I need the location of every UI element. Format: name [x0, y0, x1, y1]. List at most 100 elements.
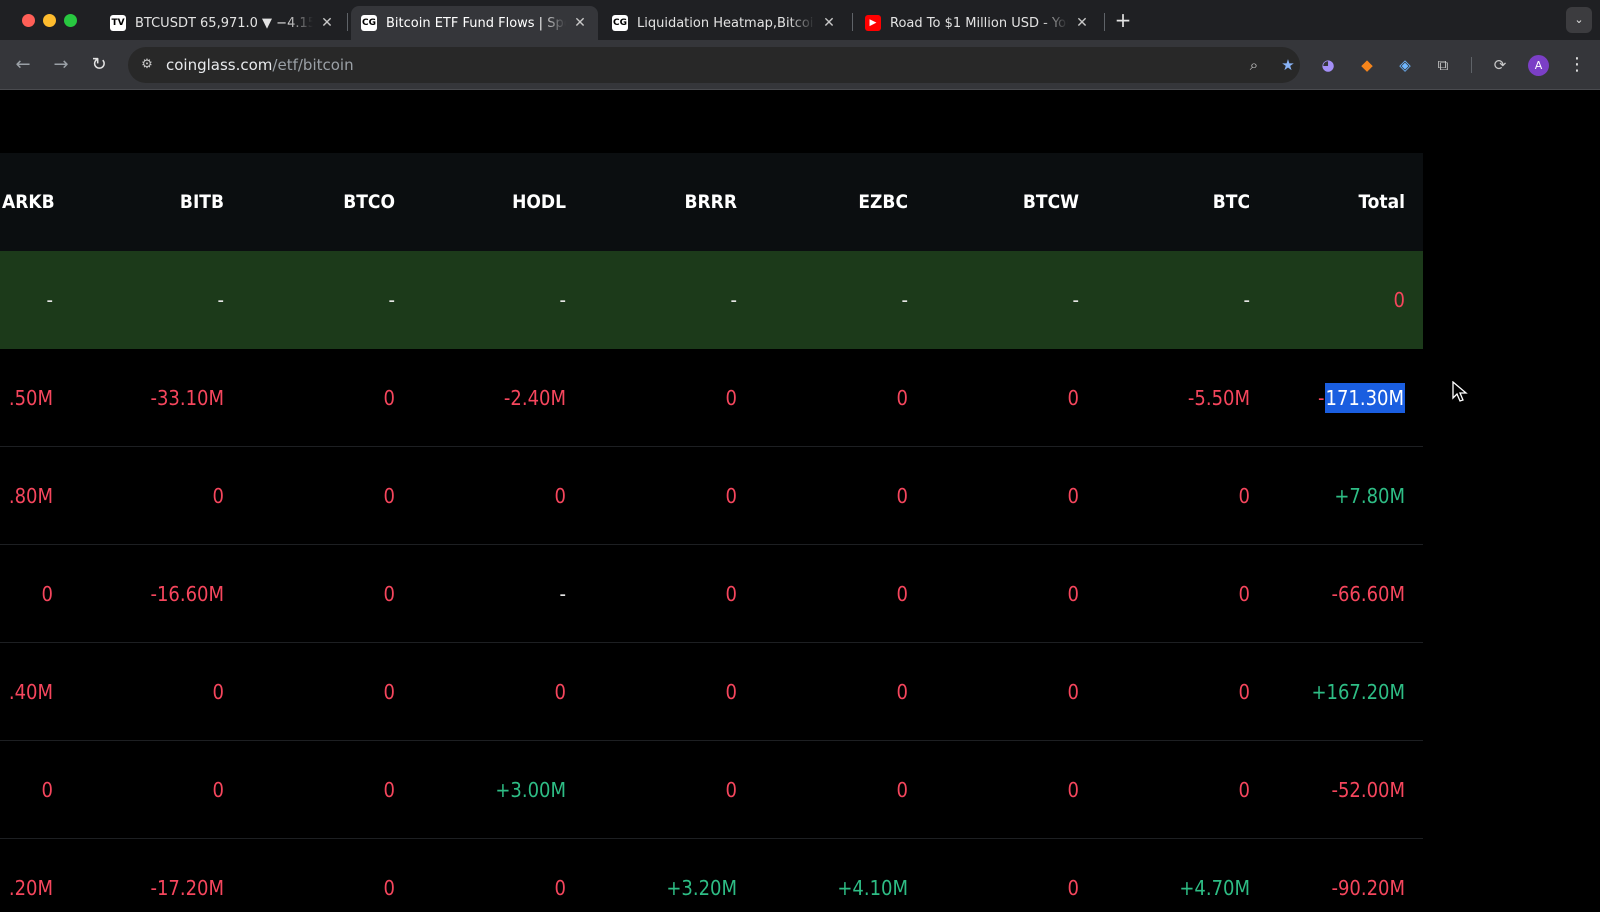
column-header-btc[interactable]: BTC — [1100, 153, 1250, 251]
toolbar-divider — [1471, 57, 1472, 73]
close-icon[interactable]: ✕ — [319, 15, 335, 31]
window-zoom-button[interactable] — [64, 14, 77, 27]
column-header-ezbc[interactable]: EZBC — [758, 153, 908, 251]
table-cell-bitb: 0 — [212, 778, 224, 802]
table-row: 0 0 0 +3.00M 0 0 0 0 -52.00M — [0, 741, 1423, 839]
table-cell-brrr: 0 — [725, 582, 737, 606]
url-text[interactable]: coinglass.com/etf/bitcoin — [166, 56, 354, 74]
table-cell-arkb: .80M — [8, 484, 53, 508]
ghost-extension-icon[interactable]: ◕ — [1318, 55, 1338, 75]
table-cell-ezbc: 0 — [896, 680, 908, 704]
table-cell-brrr: 0 — [725, 386, 737, 410]
selected-text[interactable]: 171.30M — [1324, 383, 1405, 413]
tradingview-icon: TV — [110, 15, 126, 31]
table-cell-ezbc: 0 — [896, 778, 908, 802]
tab-road-to-1-million[interactable]: ▶ Road To $1 Million USD - YouTube ✕ — [855, 6, 1100, 40]
table-cell-btc: 0 — [1238, 680, 1250, 704]
coinglass-icon: CG — [612, 15, 628, 31]
table-cell-btco: 0 — [383, 778, 395, 802]
table-cell-bitb: -16.60M — [150, 582, 224, 606]
table-cell-total: -52.00M — [1331, 778, 1405, 802]
table-cell-btc: 0 — [1238, 582, 1250, 606]
table-cell-btco: 0 — [383, 582, 395, 606]
tab-btcusdt[interactable]: TV BTCUSDT 65,971.0 ▼ −4.15% Unnamed ✕ — [100, 6, 345, 40]
forward-button[interactable]: → — [49, 53, 73, 77]
table-cell-brrr: +3.20M — [666, 876, 737, 900]
table-cell-bitb: - — [217, 288, 225, 312]
table-cell-total: -171.30M — [1255, 349, 1405, 447]
table-cell-btc: 0 — [1238, 484, 1250, 508]
etf-flows-table: ARKB BITB BTCO HODL BRRR EZBC BTCW BTC Total ---… — [0, 153, 1423, 912]
table-header-row: ARKB BITB BTCO HODL BRRR EZBC BTCW BTC Total — [0, 153, 1423, 251]
column-header-brrr[interactable]: BRRR — [587, 153, 737, 251]
table-cell-brrr: 0 — [725, 778, 737, 802]
table-cell-brrr: 0 — [725, 680, 737, 704]
column-header-hodl[interactable]: HODL — [416, 153, 566, 251]
table-cell-hodl: 0 — [554, 876, 566, 900]
table-cell-btcw: 0 — [1067, 778, 1079, 802]
table-cell-btcw: 0 — [1067, 484, 1079, 508]
table-cell-hodl: - — [559, 582, 567, 606]
tab-bitcoin-etf-fund-flows[interactable]: CG Bitcoin ETF Fund Flows | Spot Bitcoin… — [351, 6, 598, 40]
table-cell-bitb: -17.20M — [150, 876, 224, 900]
new-tab-button[interactable]: + — [1112, 9, 1134, 31]
table-cell-btcw: 0 — [1067, 680, 1079, 704]
window-minimize-button[interactable] — [43, 14, 56, 27]
column-header-bitb[interactable]: BITB — [74, 153, 224, 251]
table-cell-hodl: 0 — [554, 680, 566, 704]
table-cell-arkb: .40M — [8, 680, 53, 704]
close-icon[interactable]: ✕ — [821, 15, 837, 31]
table-cell-btco: 0 — [383, 386, 395, 410]
table-cell-ezbc: 0 — [896, 582, 908, 606]
table-cell-btc: +4.70M — [1179, 876, 1250, 900]
diamond-extension-icon[interactable]: ◈ — [1395, 55, 1415, 75]
table-cell-btc: -5.50M — [1187, 386, 1250, 410]
table-cell-btco: 0 — [383, 876, 395, 900]
reload-button[interactable]: ↻ — [87, 53, 111, 77]
cell-sign: - — [1318, 386, 1325, 410]
table-cell-btcw: 0 — [1067, 876, 1079, 900]
table-cell-total: +167.20M — [1311, 680, 1405, 704]
browser-menu-icon[interactable]: ⋮ — [1568, 54, 1586, 76]
extensions-puzzle-icon[interactable]: ⧉ — [1433, 55, 1453, 75]
back-button[interactable]: ← — [11, 53, 35, 77]
table-row: .40M 0 0 0 0 0 0 0 +167.20M — [0, 643, 1423, 741]
profile-avatar[interactable]: A — [1528, 55, 1549, 76]
tab-title: Liquidation Heatmap,Bitcoin Liquidation — [637, 15, 815, 31]
site-settings-icon[interactable]: ⚙ — [138, 56, 156, 74]
close-icon[interactable]: ✕ — [1074, 15, 1090, 31]
address-bar[interactable]: ⚙ coinglass.com/etf/bitcoin ⌕ ★ — [128, 47, 1300, 83]
table-cell-bitb: -33.10M — [150, 386, 224, 410]
table-cell-arkb: - — [46, 288, 54, 312]
tab-liquidation-heatmap[interactable]: CG Liquidation Heatmap,Bitcoin Liquidati… — [602, 6, 847, 40]
column-header-total[interactable]: Total — [1255, 153, 1405, 251]
table-cell-total: -90.20M — [1331, 876, 1405, 900]
tab-title: BTCUSDT 65,971.0 ▼ −4.15% Unnamed — [135, 15, 313, 31]
table-cell-btc: - — [1243, 288, 1251, 312]
table-cell-brrr: 0 — [725, 484, 737, 508]
column-header-btcw[interactable]: BTCW — [929, 153, 1079, 251]
table-cell-hodl: +3.00M — [495, 778, 566, 802]
zoom-icon[interactable]: ⌕ — [1244, 55, 1264, 75]
table-cell-brrr: - — [730, 288, 738, 312]
table-cell-ezbc: 0 — [896, 484, 908, 508]
bookmark-star-icon[interactable]: ★ — [1278, 55, 1298, 75]
table-cell-ezbc: - — [901, 288, 909, 312]
table-cell-bitb: 0 — [212, 484, 224, 508]
table-cell-hodl: 0 — [554, 484, 566, 508]
performance-icon[interactable]: ⟳ — [1490, 55, 1510, 75]
table-cell-hodl: - — [559, 288, 567, 312]
close-icon[interactable]: ✕ — [572, 15, 588, 31]
coinglass-icon: CG — [361, 15, 377, 31]
window-close-button[interactable] — [22, 14, 35, 27]
table-cell-btcw: 0 — [1067, 582, 1079, 606]
table-cell-total: 0 — [1393, 288, 1405, 312]
youtube-icon: ▶ — [865, 15, 881, 31]
table-cell-btco: - — [388, 288, 396, 312]
table-cell-ezbc: +4.10M — [837, 876, 908, 900]
column-header-btco[interactable]: BTCO — [245, 153, 395, 251]
column-header-arkb[interactable]: ARKB — [2, 153, 55, 251]
tab-title: Bitcoin ETF Fund Flows | Spot Bitcoin — [386, 15, 566, 31]
metamask-fox-icon[interactable]: ◆ — [1357, 55, 1377, 75]
tab-search-button[interactable]: ⌄ — [1566, 7, 1592, 33]
